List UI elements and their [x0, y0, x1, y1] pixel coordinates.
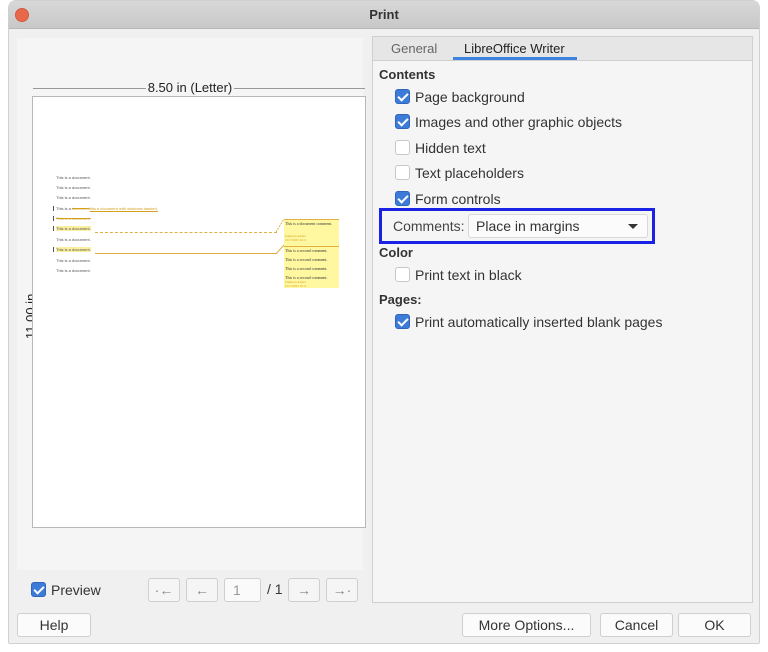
comment-anchor-line	[95, 253, 277, 254]
checkbox[interactable]	[395, 165, 410, 180]
doc-line-commented: This is a document.	[56, 226, 91, 231]
last-page-button[interactable]: →·	[326, 578, 358, 602]
checkbox[interactable]	[395, 314, 410, 329]
doc-line: This is a document.	[56, 185, 91, 190]
more-options-button[interactable]: More Options...	[462, 613, 591, 637]
last-page-icon: →·	[332, 582, 352, 598]
page-preview: This is a document. This is a document. …	[32, 96, 366, 528]
tracked-insertion: this a document with windows tracked.	[89, 206, 158, 211]
tracked-deletion: document	[72, 206, 90, 211]
tab-libreoffice-writer[interactable]: LibreOffice Writer	[464, 41, 565, 56]
change-bar	[53, 247, 54, 252]
tab-general[interactable]: General	[391, 41, 437, 56]
preview-checkbox[interactable]	[31, 582, 46, 597]
doc-line-tracked: This is a documentthis a document with w…	[56, 206, 158, 211]
chevron-down-icon	[628, 224, 638, 229]
doc-line: This is a document.	[56, 237, 91, 242]
preview-navigation: Preview ·← ← 1 / 1 → →·	[9, 578, 359, 602]
change-bar	[53, 226, 54, 231]
preview-label: Preview	[51, 582, 101, 598]
doc-line: This is a document.	[56, 175, 91, 180]
comments-label: Comments:	[393, 218, 465, 234]
options-panel: General LibreOffice Writer Contents Page…	[372, 36, 753, 603]
previous-page-button[interactable]: ←	[186, 578, 218, 602]
first-page-icon: ·←	[154, 582, 174, 598]
comments-dropdown[interactable]: Place in margins	[468, 214, 648, 238]
window-title: Print	[369, 7, 399, 22]
active-tab-indicator	[453, 57, 577, 60]
page-total: / 1	[267, 581, 283, 597]
comments-setting-highlight: Comments: Place in margins	[379, 208, 655, 244]
title-bar: Print	[9, 1, 759, 29]
checkbox[interactable]	[395, 191, 410, 206]
section-color-heading: Color	[379, 245, 413, 260]
checkbox[interactable]	[395, 140, 410, 155]
doc-line: This is a document.	[56, 258, 91, 263]
change-bar	[53, 216, 54, 221]
tab-bar: General LibreOffice Writer	[373, 37, 752, 61]
section-pages-heading: Pages:	[379, 292, 422, 307]
comment-box: This is a second comment. This is a seco…	[284, 246, 339, 288]
page-number-input[interactable]: 1	[224, 578, 261, 602]
doc-line: This is a document.	[56, 195, 91, 200]
doc-line-deleted: This is a document.	[56, 216, 91, 221]
comment-box: This is a document comment. Unknown Auth…	[284, 219, 339, 246]
first-page-button[interactable]: ·←	[148, 578, 180, 602]
cancel-button[interactable]: Cancel	[600, 613, 673, 637]
next-page-button[interactable]: →	[288, 578, 320, 602]
arrow-left-icon: ←	[195, 582, 209, 598]
page-width-label: 8.50 in (Letter)	[145, 80, 235, 95]
comment-anchor-line	[95, 232, 277, 233]
change-bar	[53, 206, 54, 211]
doc-line-commented: This is a document.	[56, 247, 91, 252]
help-button[interactable]: Help	[17, 613, 91, 637]
checkbox[interactable]	[395, 267, 410, 282]
ok-button[interactable]: OK	[678, 613, 751, 637]
arrow-right-icon: →	[297, 582, 311, 598]
print-dialog: Print 8.50 in (Letter) 11.00 in This is …	[8, 0, 760, 644]
checkbox[interactable]	[395, 114, 410, 129]
checkbox[interactable]	[395, 89, 410, 104]
section-contents-heading: Contents	[379, 67, 436, 82]
doc-line: This is a document.	[56, 268, 91, 273]
